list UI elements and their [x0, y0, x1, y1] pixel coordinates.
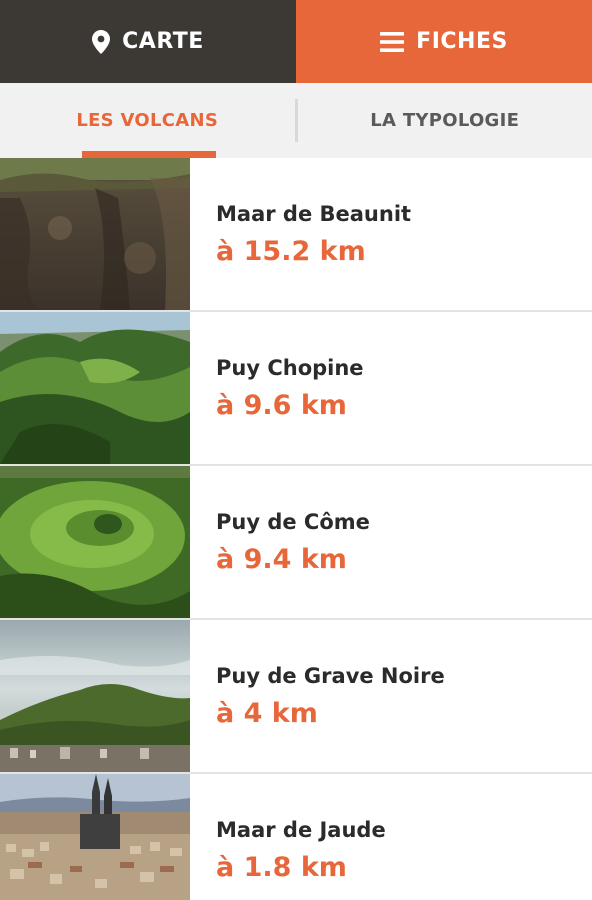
volcano-info: Puy de Grave Noire à 4 km — [190, 620, 592, 772]
volcano-thumbnail — [0, 774, 190, 900]
volcano-thumbnail — [0, 466, 190, 618]
sub-tabs: LES VOLCANS LA TYPOLOGIE — [0, 83, 592, 158]
volcano-thumbnail — [0, 312, 190, 464]
volcano-distance: à 15.2 km — [216, 235, 366, 267]
volcano-distance: à 4 km — [216, 697, 318, 729]
volcano-name: Puy de Côme — [216, 509, 370, 534]
active-tab-indicator — [82, 151, 216, 158]
volcano-name: Maar de Beaunit — [216, 201, 412, 226]
volcano-list: Maar de Beaunit à 15.2 km Puy Chopine à … — [0, 158, 592, 900]
tab-carte[interactable]: CARTE — [0, 0, 296, 83]
volcano-name: Puy Chopine — [216, 355, 364, 380]
volcano-distance: à 9.4 km — [216, 543, 347, 575]
tab-fiches[interactable]: FICHES — [296, 0, 592, 83]
volcano-info: Puy de Côme à 9.4 km — [190, 466, 592, 618]
volcano-thumbnail — [0, 158, 190, 310]
tab-fiches-label: FICHES — [416, 29, 508, 54]
volcano-name: Maar de Jaude — [216, 817, 386, 842]
volcano-name: Puy de Grave Noire — [216, 663, 445, 688]
tab-la-typologie-label: LA TYPOLOGIE — [370, 110, 520, 131]
volcano-info: Puy Chopine à 9.6 km — [190, 312, 592, 464]
volcano-thumbnail — [0, 620, 190, 772]
list-item[interactable]: Maar de Beaunit à 15.2 km — [0, 158, 592, 312]
volcano-distance: à 9.6 km — [216, 389, 347, 421]
tab-les-volcans-label: LES VOLCANS — [76, 110, 219, 131]
tab-les-volcans[interactable]: LES VOLCANS — [0, 83, 295, 158]
list-item[interactable]: Maar de Jaude à 1.8 km — [0, 774, 592, 900]
map-pin-icon — [92, 29, 111, 54]
top-nav: CARTE FICHES — [0, 0, 592, 83]
tab-carte-label: CARTE — [122, 29, 204, 54]
menu-icon — [380, 31, 405, 52]
tab-la-typologie[interactable]: LA TYPOLOGIE — [298, 83, 592, 158]
volcano-info: Maar de Beaunit à 15.2 km — [190, 158, 592, 310]
list-item[interactable]: Puy de Grave Noire à 4 km — [0, 620, 592, 774]
list-item[interactable]: Puy de Côme à 9.4 km — [0, 466, 592, 620]
list-item[interactable]: Puy Chopine à 9.6 km — [0, 312, 592, 466]
volcano-distance: à 1.8 km — [216, 851, 347, 883]
volcano-info: Maar de Jaude à 1.8 km — [190, 774, 592, 900]
